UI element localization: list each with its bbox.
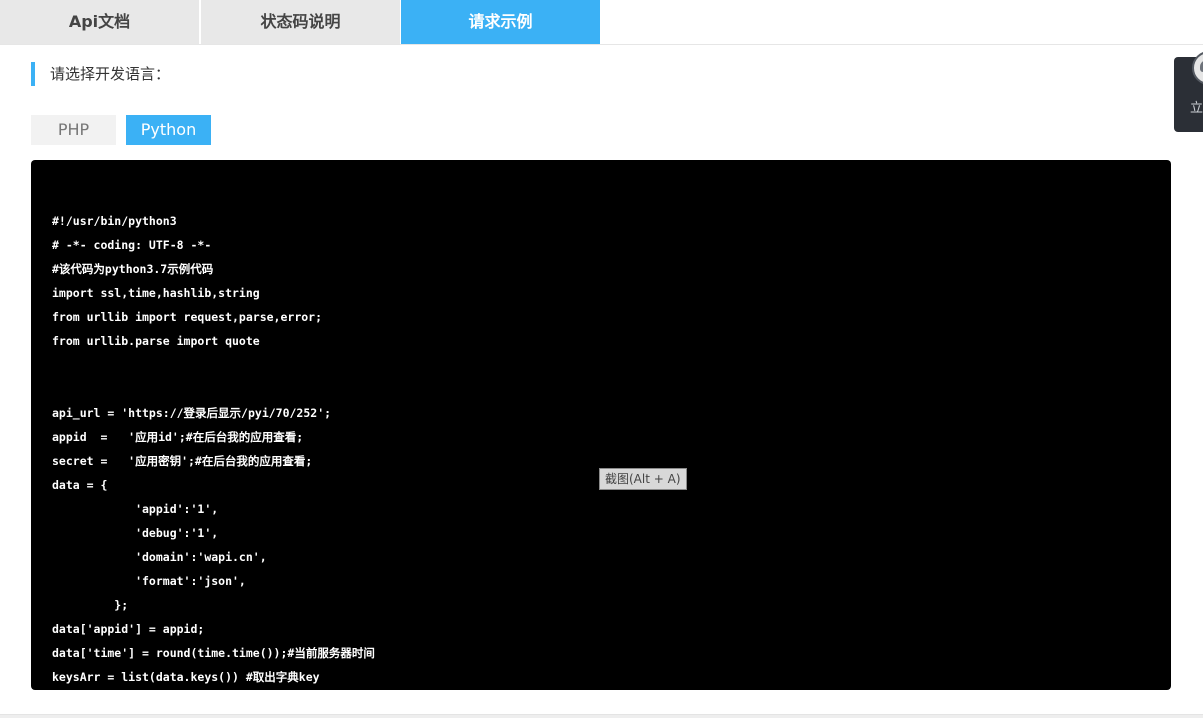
code-line: data['appid'] = appid;: [52, 622, 205, 636]
floating-contact-widget[interactable]: 立: [1174, 51, 1203, 132]
code-block[interactable]: #!/usr/bin/python3 # -*- coding: UTF-8 -…: [31, 160, 1171, 690]
code-line: };: [52, 598, 129, 612]
code-line: from urllib import request,parse,error;: [52, 310, 323, 324]
code-line: #该代码为python3.7示例代码: [52, 262, 214, 276]
code-line: from urllib.parse import quote: [52, 334, 260, 348]
language-tab-python[interactable]: Python: [126, 115, 211, 145]
top-tab-bar: Api文档 状态码说明 请求示例: [0, 0, 1203, 45]
code-line: 'format':'json',: [52, 574, 246, 588]
tab-api-docs[interactable]: Api文档: [0, 0, 199, 44]
code-line: secret = '应用密钥';#在后台我的应用查看;: [52, 454, 313, 468]
language-tab-php[interactable]: PHP: [31, 115, 116, 145]
code-line: # -*- coding: UTF-8 -*-: [52, 238, 212, 252]
tab-request-example[interactable]: 请求示例: [401, 0, 600, 44]
code-line: keysArr = list(data.keys()) #取出字典key: [52, 670, 320, 684]
language-section-heading: 请选择开发语言：: [31, 62, 170, 86]
floating-widget-label: 立: [1190, 101, 1203, 116]
code-line: data = {: [52, 478, 108, 492]
code-line: data['time'] = round(time.time());#当前服务器…: [52, 646, 375, 660]
screenshot-shortcut-tooltip: 截图(Alt + A): [599, 468, 687, 490]
content-panel: Api文档 状态码说明 请求示例 请选择开发语言： PHP Python #!/…: [0, 0, 1203, 715]
tab-status-codes[interactable]: 状态码说明: [201, 0, 400, 44]
user-avatar-icon: [1192, 51, 1203, 85]
code-line: 'domain':'wapi.cn',: [52, 550, 267, 564]
code-line: import ssl,time,hashlib,string: [52, 286, 260, 300]
code-line: appid = '应用id';#在后台我的应用查看;: [52, 430, 304, 444]
code-line: #!/usr/bin/python3: [52, 214, 177, 228]
page-frame: Api文档 状态码说明 请求示例 请选择开发语言： PHP Python #!/…: [0, 0, 1203, 718]
code-line: api_url = 'https://登录后显示/pyi/70/252';: [52, 406, 332, 420]
code-line: 'debug':'1',: [52, 526, 219, 540]
code-line: 'appid':'1',: [52, 502, 219, 516]
